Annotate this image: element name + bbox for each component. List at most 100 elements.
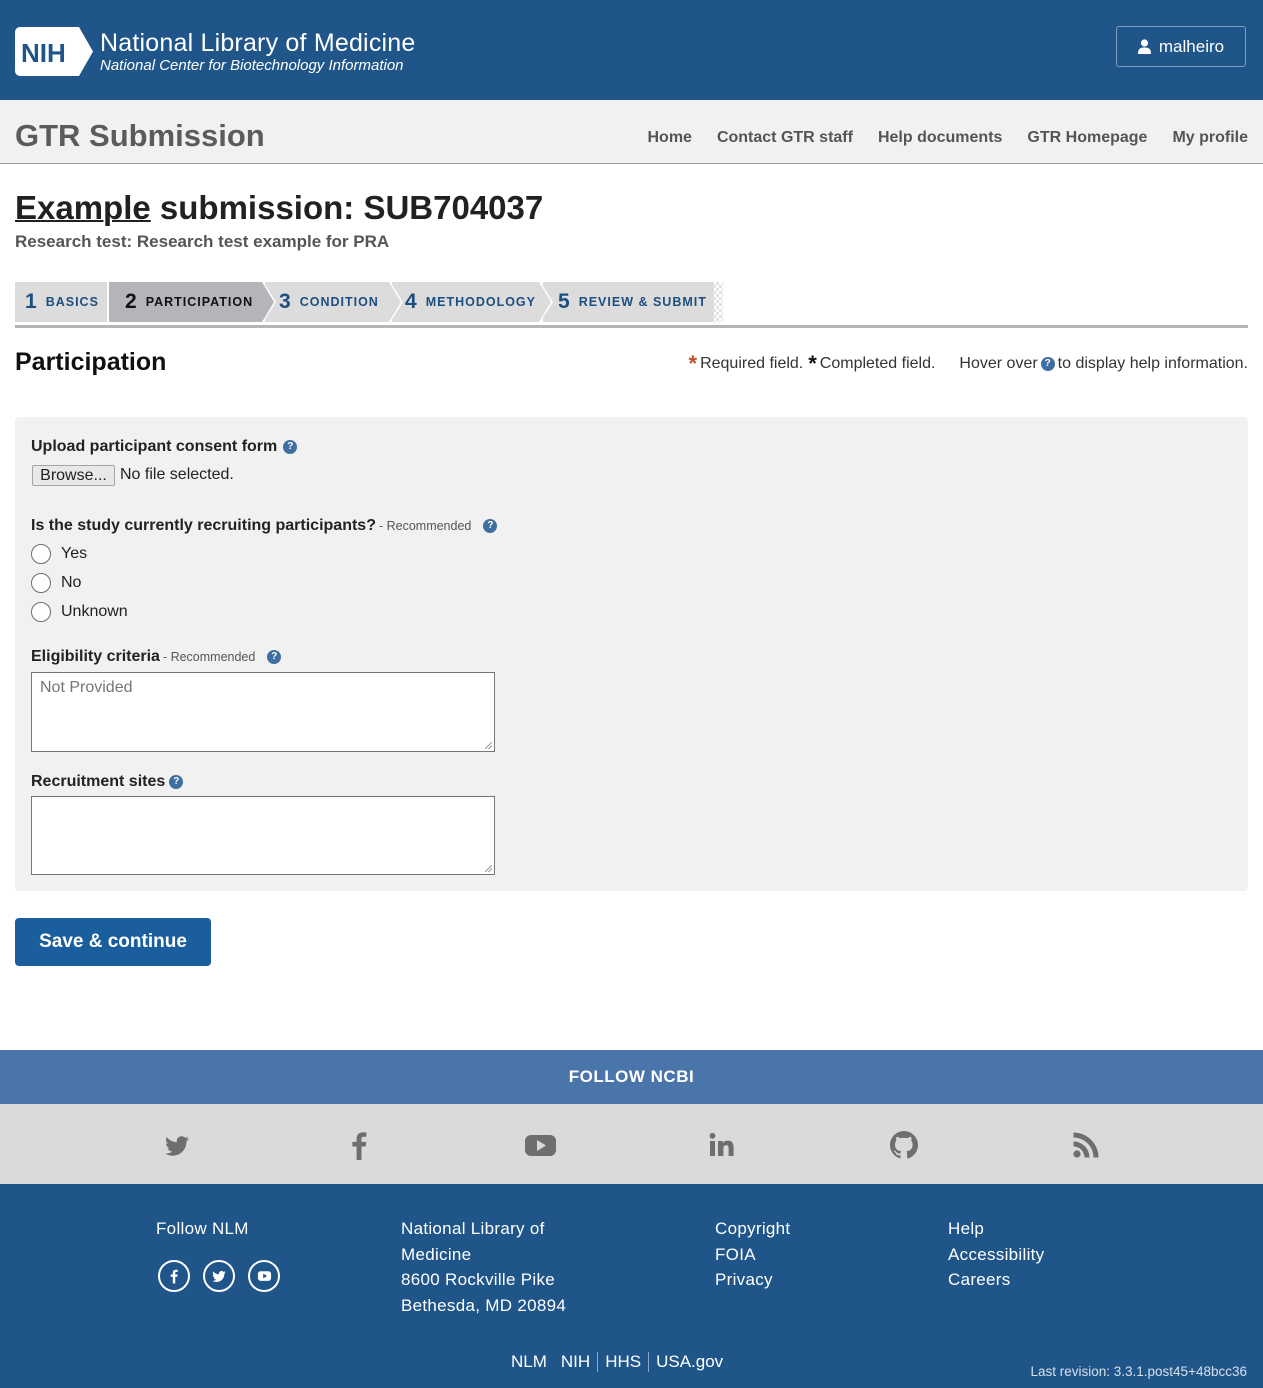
footer-link-careers[interactable]: Careers — [948, 1267, 1044, 1293]
step-number: 5 — [558, 290, 570, 313]
nlm-title[interactable]: National Library of Medicine — [100, 29, 415, 58]
step-review-submit[interactable]: 5 REVIEW & SUBMIT — [543, 282, 714, 322]
step-number: 1 — [25, 290, 37, 313]
ncbi-subtitle: National Center for Biotechnology Inform… — [100, 57, 404, 74]
nav-home[interactable]: Home — [648, 129, 692, 147]
user-account-button[interactable]: malheiro — [1116, 26, 1246, 67]
recruitment-sites-textarea[interactable] — [31, 796, 495, 875]
youtube-icon[interactable] — [524, 1129, 556, 1161]
eligibility-label-text: Eligibility criteria — [31, 648, 160, 665]
resize-handle[interactable] — [485, 865, 492, 872]
last-revision: Last revision: 3.3.1.post45+48bcc36 — [1030, 1364, 1247, 1379]
nav-contact-gtr-staff[interactable]: Contact GTR staff — [717, 129, 853, 147]
youtube-icon — [257, 1271, 271, 1281]
recruitment-sites-label-text: Recruitment sites — [31, 773, 166, 790]
help-icon[interactable]: ? — [169, 775, 184, 789]
nav-help-documents[interactable]: Help documents — [878, 129, 1002, 147]
step-label: PARTICIPATION — [145, 295, 254, 309]
nlm-twitter-link[interactable] — [203, 1260, 235, 1292]
link-hhs[interactable]: HHS — [598, 1352, 648, 1372]
footer-link-privacy[interactable]: Privacy — [715, 1267, 790, 1293]
example-link[interactable]: Example — [15, 189, 151, 226]
save-continue-button[interactable]: Save & continue — [15, 918, 211, 966]
nav-gtr-homepage[interactable]: GTR Homepage — [1027, 129, 1147, 147]
help-icon: ? — [1040, 357, 1055, 371]
facebook-icon — [170, 1269, 178, 1284]
step-participation[interactable]: 2 PARTICIPATION — [109, 280, 276, 324]
help-icon[interactable]: ? — [483, 519, 498, 533]
test-name: Research test: Research test example for… — [15, 232, 390, 251]
consent-form-label-text: Upload participant consent form — [31, 438, 278, 455]
step-basics[interactable]: 1 BASICS — [15, 282, 107, 322]
nlm-facebook-link[interactable] — [158, 1260, 190, 1292]
twitter-icon[interactable] — [161, 1129, 193, 1161]
step-methodology[interactable]: 4 METHODOLOGY — [392, 280, 553, 324]
stepper-divider — [15, 325, 1248, 328]
link-nih[interactable]: NIH — [554, 1352, 597, 1372]
footer-links-policy: Copyright FOIA Privacy — [715, 1216, 790, 1293]
follow-ncbi-heading: FOLLOW NCBI — [0, 1050, 1263, 1104]
help-icon[interactable]: ? — [283, 440, 298, 454]
radio-unknown[interactable]: Unknown — [31, 602, 128, 622]
rss-icon[interactable] — [1070, 1129, 1102, 1161]
follow-nlm-heading: Follow NLM — [156, 1219, 249, 1238]
github-icon[interactable] — [888, 1129, 920, 1161]
radio-label: Yes — [61, 545, 88, 562]
recommended-note: - Recommended — [378, 519, 472, 533]
nav-my-profile[interactable]: My profile — [1172, 129, 1248, 147]
legend-hover-after: to display help information. — [1057, 355, 1248, 372]
legend-hover-before: Hover over — [959, 355, 1038, 372]
eligibility-label: Eligibility criteria - Recommended ? — [31, 648, 282, 666]
section-title: Participation — [15, 348, 167, 376]
submission-id: submission: SUB704037 — [150, 189, 544, 226]
resize-handle[interactable] — [485, 742, 492, 749]
radio-circle[interactable] — [31, 602, 51, 622]
main-nav: Home Contact GTR staff Help documents GT… — [648, 129, 1249, 147]
address-line: Bethesda, MD 20894 — [401, 1295, 567, 1315]
required-star-icon: * — [688, 351, 698, 376]
linkedin-icon[interactable] — [706, 1129, 738, 1161]
field-legend: * Required field. * Completed field. Hov… — [688, 351, 1249, 376]
nih-header: NIH National Library of Medicine Nationa… — [0, 0, 1263, 100]
app-title: GTR Submission — [15, 118, 265, 153]
browse-button[interactable]: Browse... — [32, 465, 115, 486]
radio-no[interactable]: No — [31, 573, 81, 593]
submission-stepper: 1 BASICS 2 PARTICIPATION 3 CONDITION 4 M… — [15, 280, 1248, 328]
recruiting-label-text: Is the study currently recruiting partic… — [31, 517, 376, 534]
link-nlm[interactable]: NLM — [504, 1352, 554, 1372]
recruiting-label: Is the study currently recruiting partic… — [31, 517, 498, 535]
step-label: METHODOLOGY — [425, 295, 536, 309]
footer-link-help[interactable]: Help — [948, 1216, 1044, 1242]
step-condition[interactable]: 3 CONDITION — [265, 280, 403, 324]
page-title: Example submission: SUB704037 — [15, 189, 543, 227]
radio-yes[interactable]: Yes — [31, 544, 87, 564]
step-number: 2 — [125, 290, 137, 313]
footer-links-help: Help Accessibility Careers — [948, 1216, 1044, 1293]
footer-link-accessibility[interactable]: Accessibility — [948, 1242, 1044, 1268]
user-icon — [1137, 39, 1151, 54]
footer-link-copyright[interactable]: Copyright — [715, 1216, 790, 1242]
facebook-icon[interactable] — [343, 1129, 375, 1161]
nih-logo[interactable]: NIH — [15, 27, 93, 76]
legend-completed: Completed field. — [819, 355, 936, 372]
nlm-youtube-link[interactable] — [248, 1260, 280, 1292]
eligibility-textarea[interactable]: Not Provided — [31, 672, 495, 752]
completed-star-icon: * — [808, 351, 817, 376]
ncbi-social-bar — [0, 1104, 1263, 1184]
address-line: National Library of — [401, 1219, 545, 1238]
step-number: 4 — [405, 290, 417, 313]
radio-circle[interactable] — [31, 573, 51, 593]
twitter-icon — [212, 1271, 226, 1283]
eligibility-placeholder: Not Provided — [40, 679, 133, 696]
footer-link-foia[interactable]: FOIA — [715, 1242, 790, 1268]
svg-text:NIH: NIH — [21, 38, 66, 68]
help-icon[interactable]: ? — [267, 650, 282, 664]
link-usa-gov[interactable]: USA.gov — [649, 1352, 730, 1372]
file-status: No file selected. — [120, 466, 234, 483]
agency-links: NLM NIH HHS USA.gov — [504, 1352, 730, 1372]
radio-label: Unknown — [61, 603, 128, 620]
recruitment-sites-label: Recruitment sites ? — [31, 773, 184, 791]
step-label: CONDITION — [299, 295, 379, 309]
radio-circle[interactable] — [31, 544, 51, 564]
participation-form: Upload participant consent form ? Browse… — [15, 417, 1248, 891]
